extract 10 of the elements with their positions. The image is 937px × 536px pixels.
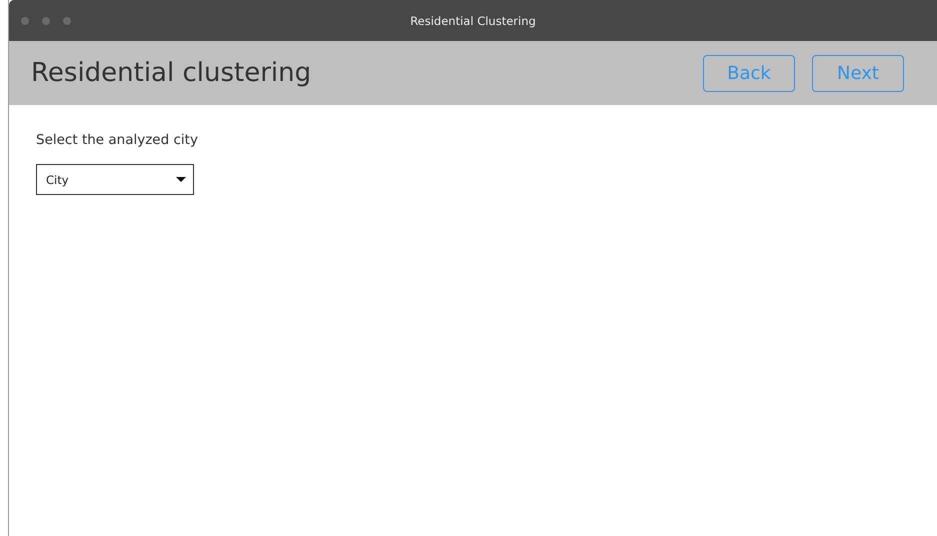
field-label: Select the analyzed city	[36, 132, 198, 148]
city-dropdown[interactable]: City	[36, 164, 194, 195]
nav-button[interactable]: Next	[812, 54, 904, 92]
window-control-icon[interactable]	[42, 16, 50, 24]
window-control-icon[interactable]	[63, 16, 71, 24]
caret-icon	[176, 176, 186, 182]
window-control-icon[interactable]	[21, 16, 29, 24]
page-title: Residential clustering	[31, 58, 312, 88]
window-title: Residential Clustering	[410, 14, 536, 28]
nav-button[interactable]: Back	[703, 54, 795, 92]
